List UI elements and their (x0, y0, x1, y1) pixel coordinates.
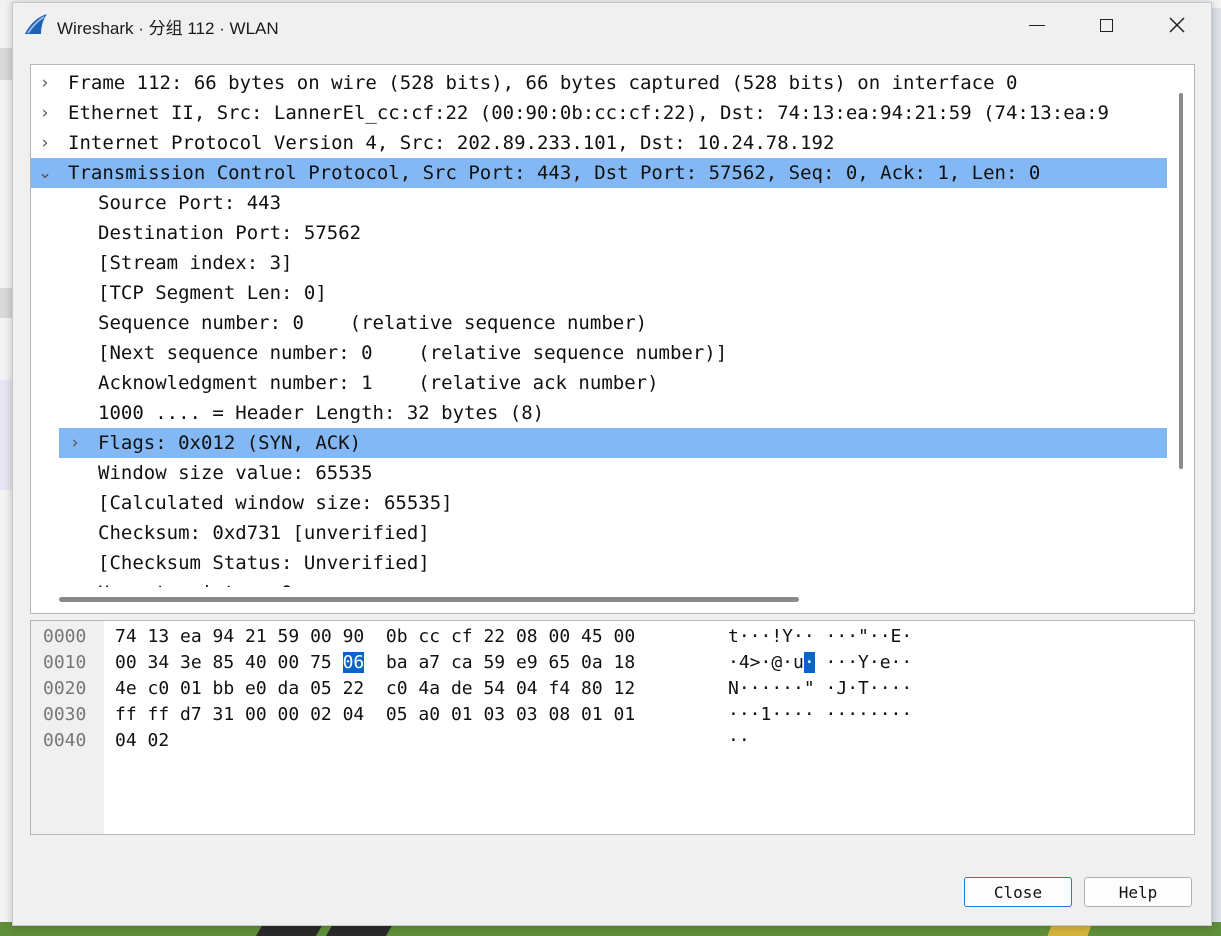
tree-row[interactable]: Checksum: 0xd731 [unverified] (31, 518, 1167, 548)
maximize-button[interactable] (1083, 3, 1129, 47)
chevron-right-icon[interactable]: › (35, 98, 55, 128)
ascii-bytes[interactable]: ···1···· ········ (728, 702, 912, 728)
tree-row-label: [Stream index: 3] (98, 252, 293, 274)
hex-bytes[interactable]: ff ff d7 31 00 00 02 04 05 a0 01 03 03 0… (115, 702, 635, 728)
packet-dialog: Wireshark · 分组 112 · WLAN › Frame 112: 66… (12, 2, 1212, 926)
ascii-bytes[interactable]: t···!Y·· ···"··E· (728, 624, 912, 650)
tree-row-label: Ethernet II, Src: LannerEl_cc:cf:22 (00:… (68, 102, 1109, 124)
bytes-row[interactable]: 0000 74 13 ea 94 21 59 00 90 0b cc cf 22 … (31, 624, 1194, 650)
minimize-icon (1029, 24, 1045, 26)
tree-row[interactable]: › Ethernet II, Src: LannerEl_cc:cf:22 (00… (31, 98, 1167, 128)
close-button[interactable]: Close (964, 877, 1072, 907)
hex-segment: 00 34 3e 85 40 00 75 (115, 652, 343, 673)
tree-row[interactable]: 1000 .... = Header Length: 32 bytes (8) (31, 398, 1167, 428)
byte-offset: 0010 (43, 652, 87, 673)
tree-row-label: Window size value: 65535 (98, 462, 373, 484)
byte-offset: 0000 (43, 626, 87, 647)
background-block (0, 288, 12, 318)
byte-offset: 0040 (43, 730, 87, 751)
tree-row-label: Acknowledgment number: 1 (relative ack n… (98, 372, 659, 394)
ascii-segment: ···Y·e·· (814, 652, 913, 673)
wireshark-fin-icon (25, 14, 47, 34)
ascii-segment: t···!Y·· ···"··E· (728, 626, 913, 647)
tree-row-label: [Checksum Status: Unverified] (98, 552, 430, 574)
tree-row-label: Sequence number: 0 (relative sequence nu… (98, 312, 648, 334)
tree-row[interactable]: Destination Port: 57562 (31, 218, 1167, 248)
hex-segment: 04 02 (115, 730, 170, 751)
horizontal-scrollbar[interactable] (31, 587, 1194, 613)
tree-row-label: Frame 112: 66 bytes on wire (528 bits), … (68, 72, 1018, 94)
tree-row-label: Checksum: 0xd731 [unverified] (98, 522, 430, 544)
byte-offset: 0020 (43, 678, 87, 699)
hex-segment: ff ff d7 31 00 00 02 04 05 a0 01 03 03 0… (115, 704, 636, 725)
bytes-row[interactable]: 0040 04 02 ·· (31, 728, 1194, 754)
tree-row-label: Destination Port: 57562 (98, 222, 362, 244)
tree-row[interactable]: Window size value: 65535 (31, 458, 1167, 488)
minimize-button[interactable] (1014, 3, 1060, 47)
hex-segment: 74 13 ea 94 21 59 00 90 0b cc cf 22 08 0… (115, 626, 636, 647)
ascii-bytes[interactable]: ·4>·@·u· ···Y·e·· (728, 650, 912, 676)
close-icon (1169, 17, 1185, 33)
tree-row[interactable]: Source Port: 443 (31, 188, 1167, 218)
tree-row[interactable]: [Calculated window size: 65535] (31, 488, 1167, 518)
bytes-row[interactable]: 0030 ff ff d7 31 00 00 02 04 05 a0 01 03 … (31, 702, 1194, 728)
tree-row-label: [TCP Segment Len: 0] (98, 282, 327, 304)
hex-bytes[interactable]: 4e c0 01 bb e0 da 05 22 c0 4a de 54 04 f… (115, 676, 635, 702)
hex-bytes[interactable]: 00 34 3e 85 40 00 75 06 ba a7 ca 59 e9 6… (115, 650, 635, 676)
tree-row-label: [Calculated window size: 65535] (98, 492, 453, 514)
tree-row[interactable]: ⌄ Transmission Control Protocol, Src Port… (31, 158, 1167, 188)
chevron-right-icon[interactable]: › (35, 68, 55, 98)
tree-row[interactable]: [Next sequence number: 0 (relative seque… (31, 338, 1167, 368)
ascii-bytes[interactable]: N······" ·J·T···· (728, 676, 912, 702)
tree-row[interactable]: › Internet Protocol Version 4, Src: 202.8… (31, 128, 1167, 158)
title-bar[interactable]: Wireshark · 分组 112 · WLAN (13, 3, 1211, 47)
packet-bytes-pane[interactable]: 0000 74 13 ea 94 21 59 00 90 0b cc cf 22 … (30, 620, 1195, 835)
tree-row[interactable]: › Flags: 0x012 (SYN, ACK) (59, 428, 1167, 458)
hex-bytes[interactable]: 74 13 ea 94 21 59 00 90 0b cc cf 22 08 0… (115, 624, 635, 650)
close-window-button[interactable] (1154, 3, 1200, 47)
ascii-bytes[interactable]: ·· (728, 728, 750, 754)
hex-segment: 4e c0 01 bb e0 da 05 22 c0 4a de 54 04 f… (115, 678, 636, 699)
help-button[interactable]: Help (1084, 877, 1192, 907)
bytes-row[interactable]: 0020 4e c0 01 bb e0 da 05 22 c0 4a de 54 … (31, 676, 1194, 702)
hex-segment: ba a7 ca 59 e9 65 0a 18 (364, 652, 636, 673)
tree-row[interactable]: [TCP Segment Len: 0] (31, 278, 1167, 308)
bytes-row[interactable]: 0010 00 34 3e 85 40 00 75 06 ba a7 ca 59 … (31, 650, 1194, 676)
chevron-right-icon[interactable]: › (65, 428, 85, 458)
selected-byte: 06 (342, 652, 365, 673)
tree-row-label: Transmission Control Protocol, Src Port:… (68, 162, 1041, 184)
chevron-down-icon[interactable]: ⌄ (35, 158, 55, 188)
packet-details-tree[interactable]: › Frame 112: 66 bytes on wire (528 bits),… (30, 64, 1195, 614)
ascii-segment: N······" ·J·T···· (728, 678, 913, 699)
tree-row-label: 1000 .... = Header Length: 32 bytes (8) (98, 402, 545, 424)
ascii-segment: ···1···· ········ (728, 704, 913, 725)
ascii-segment: ·4>·@·u (728, 652, 804, 673)
tree-row[interactable]: [Checksum Status: Unverified] (31, 548, 1167, 578)
background-block (0, 48, 12, 80)
tree-row-label: Internet Protocol Version 4, Src: 202.89… (68, 132, 835, 154)
background-block (0, 380, 12, 490)
hex-bytes[interactable]: 04 02 (115, 728, 169, 754)
chevron-right-icon[interactable]: › (35, 128, 55, 158)
byte-offset: 0030 (43, 704, 87, 725)
tree-row[interactable]: Acknowledgment number: 1 (relative ack n… (31, 368, 1167, 398)
ascii-segment: ·· (728, 730, 750, 751)
tree-row-label: Source Port: 443 (98, 192, 282, 214)
window-title: Wireshark · 分组 112 · WLAN (57, 19, 279, 38)
tree-row-label: [Next sequence number: 0 (relative seque… (98, 342, 728, 364)
background-window-edge (0, 0, 12, 936)
tree-row[interactable]: Sequence number: 0 (relative sequence nu… (31, 308, 1167, 338)
vertical-scrollbar-thumb[interactable] (1179, 93, 1183, 469)
horizontal-scrollbar-thumb[interactable] (59, 597, 799, 602)
selected-ascii: · (803, 652, 815, 673)
tree-row[interactable]: › Frame 112: 66 bytes on wire (528 bits),… (31, 68, 1167, 98)
maximize-icon (1099, 18, 1113, 32)
tree-row[interactable]: [Stream index: 3] (31, 248, 1167, 278)
tree-row-label: Flags: 0x012 (SYN, ACK) (98, 432, 362, 454)
